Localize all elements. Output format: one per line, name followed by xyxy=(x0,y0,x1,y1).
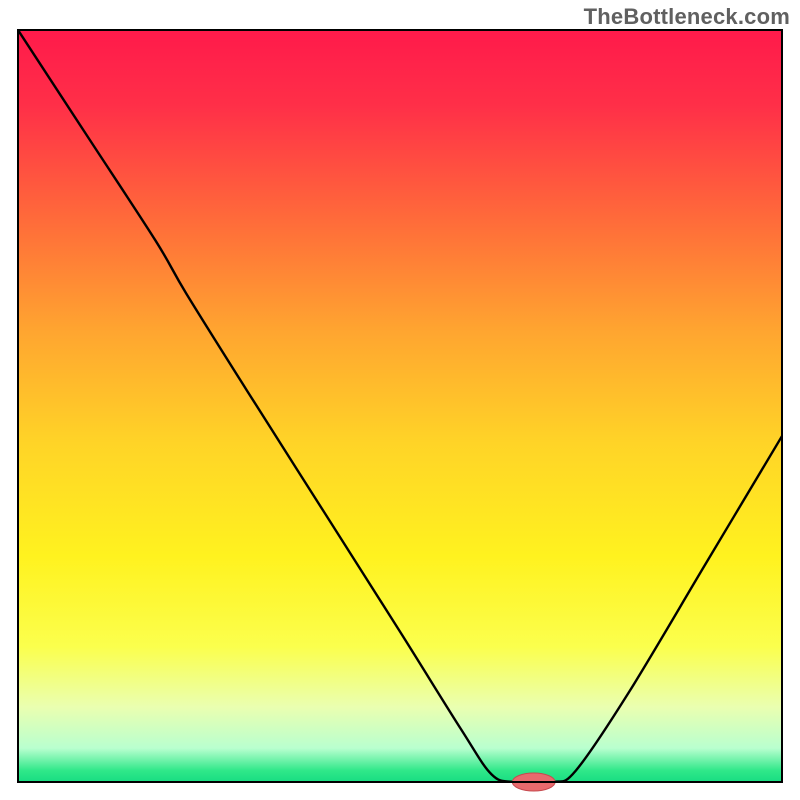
plot-area xyxy=(18,30,782,791)
chart-container: TheBottleneck.com xyxy=(0,0,800,800)
bottleneck-chart xyxy=(0,0,800,800)
gradient-background xyxy=(18,30,782,782)
watermark-text: TheBottleneck.com xyxy=(584,4,790,30)
